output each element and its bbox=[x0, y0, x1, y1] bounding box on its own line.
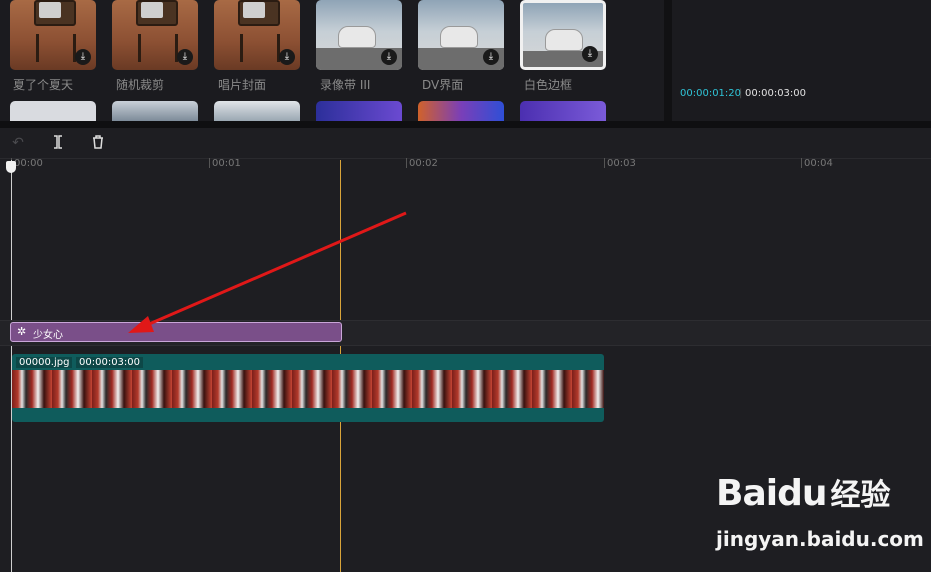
watermark-url: jingyan.baidu.com bbox=[716, 527, 924, 551]
split-icon[interactable] bbox=[50, 135, 66, 151]
clip-frame-strip bbox=[12, 370, 604, 408]
template-card-2[interactable]: ⤓ bbox=[112, 0, 198, 70]
clip-filename: 00000.jpg bbox=[16, 357, 73, 368]
download-icon[interactable]: ⤓ bbox=[279, 49, 295, 65]
ruler-tick-label: 00:00 bbox=[14, 158, 43, 169]
timeline-ruler[interactable]: 00:00 00:01 00:02 00:03 00:04 bbox=[0, 158, 931, 172]
template-label: 白色边框 bbox=[524, 78, 573, 92]
template-label: DV界面 bbox=[422, 78, 464, 92]
download-icon[interactable]: ⤓ bbox=[582, 46, 598, 62]
playhead-handle[interactable] bbox=[6, 161, 16, 173]
template-label: 夏了个夏天 bbox=[13, 78, 74, 92]
preview-panel bbox=[672, 0, 931, 121]
ruler-tick-label: 00:01 bbox=[212, 158, 241, 169]
ruler-tick-label: 00:04 bbox=[804, 158, 833, 169]
download-icon[interactable]: ⤓ bbox=[381, 49, 397, 65]
ruler-tick-label: 00:03 bbox=[607, 158, 636, 169]
template-card-row2[interactable] bbox=[10, 101, 96, 121]
effect-clip[interactable]: ✲ 少女心 bbox=[10, 322, 342, 342]
total-time: 00:00:03:00 bbox=[745, 88, 807, 99]
template-card-4[interactable]: ⤓ bbox=[316, 0, 402, 70]
effect-icon: ✲ bbox=[17, 325, 27, 338]
baidu-logo: Baidu 经验 bbox=[716, 473, 891, 514]
template-card-row2[interactable] bbox=[316, 101, 402, 121]
template-label: 唱片封面 bbox=[218, 78, 267, 92]
timeline-toolbar: ↶ bbox=[0, 128, 931, 159]
trash-icon[interactable] bbox=[90, 135, 106, 151]
time-separator: | bbox=[739, 88, 743, 99]
ruler-tick-label: 00:02 bbox=[409, 158, 438, 169]
template-card-3[interactable]: ⤓ bbox=[214, 0, 300, 70]
template-card-row2[interactable] bbox=[520, 101, 606, 121]
car-thumbnail bbox=[338, 26, 376, 48]
template-card-5[interactable]: ⤓ bbox=[418, 0, 504, 70]
template-card-row2[interactable] bbox=[112, 101, 198, 121]
template-label: 随机裁剪 bbox=[116, 78, 165, 92]
template-card-row2[interactable] bbox=[214, 101, 300, 121]
template-card-row2[interactable] bbox=[418, 101, 504, 121]
effects-library-panel: ⤓ 夏了个夏天 ⤓ 随机裁剪 ⤓ 唱片封面 ⤓ 录像带 III ⤓ DV界面 ⤓… bbox=[0, 0, 664, 121]
download-icon[interactable]: ⤓ bbox=[177, 49, 193, 65]
current-time: 00:00:01:20 bbox=[680, 88, 742, 99]
effect-clip-label: 少女心 bbox=[33, 330, 63, 341]
template-label: 录像带 III bbox=[320, 78, 371, 92]
template-card-1[interactable]: ⤓ bbox=[10, 0, 96, 70]
video-clip[interactable]: 00000.jpg 00:00:03:00 bbox=[12, 354, 604, 422]
download-icon[interactable]: ⤓ bbox=[75, 49, 91, 65]
template-card-6[interactable]: ⤓ bbox=[520, 0, 606, 70]
download-icon[interactable]: ⤓ bbox=[483, 49, 499, 65]
clip-duration: 00:00:03:00 bbox=[76, 357, 144, 368]
undo-icon[interactable]: ↶ bbox=[10, 135, 26, 151]
